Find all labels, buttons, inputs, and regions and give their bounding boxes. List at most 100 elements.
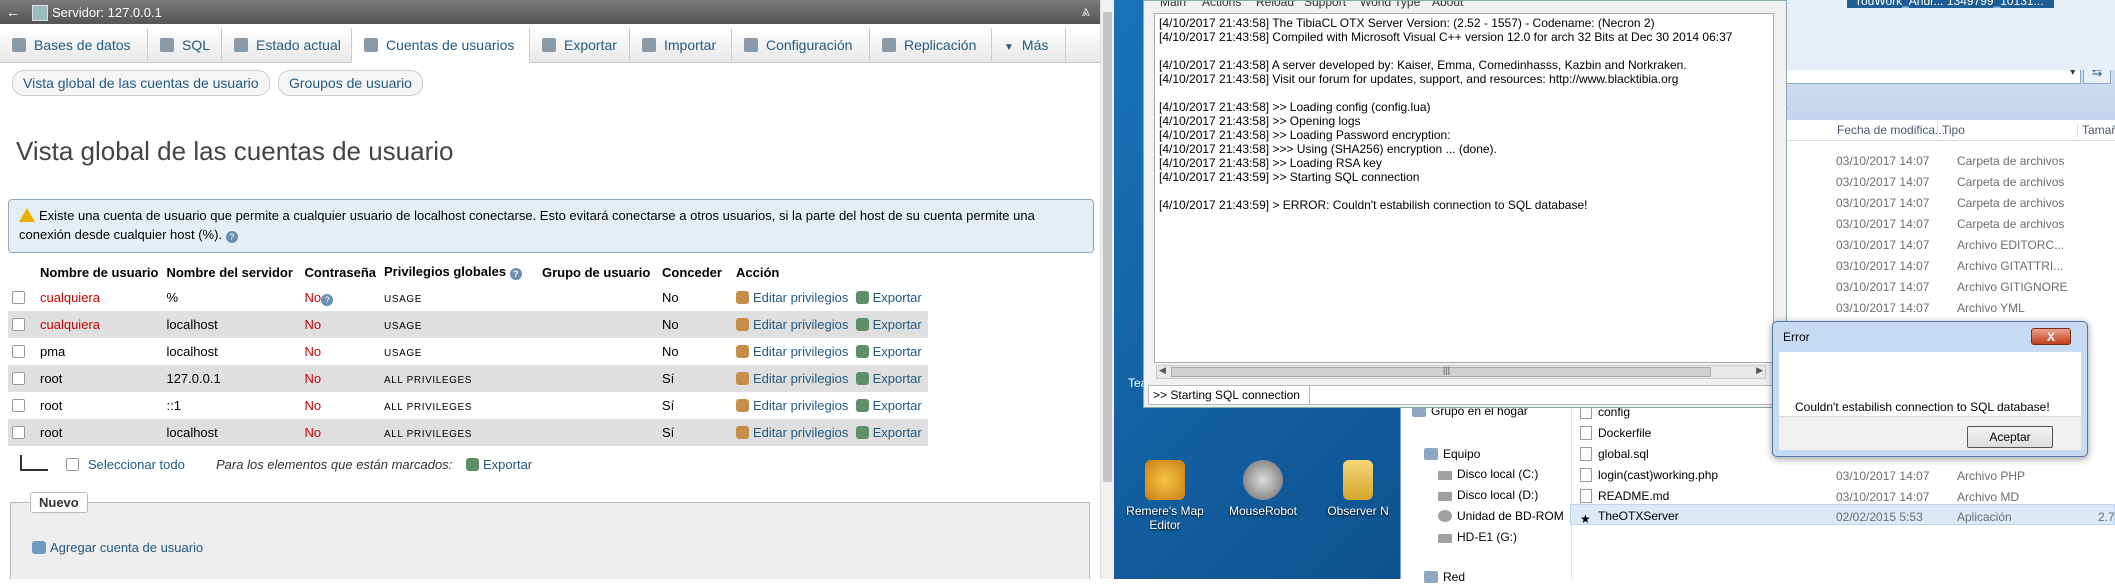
console-horizontal-scrollbar[interactable]: ◀ ||| ▶ <box>1156 365 1766 379</box>
server-icon <box>32 5 48 21</box>
password-status: No <box>304 398 322 413</box>
tab-configuracion[interactable]: Configuración <box>732 28 870 62</box>
user-group <box>538 392 658 419</box>
file-login-php[interactable]: login(cast)working.php <box>1580 468 1718 482</box>
menu-world-type[interactable]: World Type <box>1360 1 1420 9</box>
replication-icon <box>882 38 896 52</box>
tab-sql[interactable]: SQL <box>148 28 222 62</box>
desktop-icon-observer[interactable]: Observer N <box>1318 460 1398 518</box>
scrollbar-thumb[interactable] <box>1103 12 1112 482</box>
background-window: rouWork_Andr... 1349799_10131... <box>1787 0 2115 70</box>
export-icon <box>855 291 869 304</box>
nav-hd-e1[interactable]: HD-E1 (G:) <box>1438 530 1517 544</box>
file-dockerfile[interactable]: Dockerfile <box>1580 426 1651 440</box>
select-all-checkbox[interactable] <box>66 457 79 472</box>
file-readme[interactable]: README.md <box>1580 489 1669 503</box>
row-checkbox[interactable] <box>12 345 25 358</box>
col-nombre-servidor[interactable]: Nombre del servidor <box>162 260 300 284</box>
scroll-left-icon[interactable]: ◀ <box>1159 365 1166 376</box>
password-status: No <box>304 344 322 359</box>
drive-icon <box>1438 471 1452 480</box>
tab-cuentas-de-usuarios[interactable]: Cuentas de usuarios <box>352 28 530 63</box>
menu-actions[interactable]: Actions <box>1202 1 1241 9</box>
file-type: Carpeta de archivos <box>1957 175 2065 189</box>
menu-about[interactable]: About <box>1432 1 1463 9</box>
edit-privileges-link[interactable]: Editar privilegios <box>736 317 848 332</box>
bulk-export-button[interactable]: Exportar <box>466 457 532 472</box>
tab-bases-de-datos[interactable]: Bases de datos <box>0 28 148 62</box>
tab-exportar[interactable]: Exportar <box>530 28 630 62</box>
edit-privileges-link[interactable]: Editar privilegios <box>736 290 848 305</box>
row-checkbox[interactable] <box>12 372 25 385</box>
add-user-link[interactable]: Agregar cuenta de usuario <box>32 540 203 555</box>
export-link[interactable]: Exportar <box>855 398 922 413</box>
select-all-label[interactable]: Seleccionar todo <box>88 457 185 472</box>
menu-reload[interactable]: Reload <box>1256 1 1294 9</box>
collapse-icon[interactable]: ⩓ <box>1082 3 1090 20</box>
help-icon[interactable]: ? <box>321 293 334 306</box>
edit-privileges-link[interactable]: Editar privilegios <box>736 344 848 359</box>
edit-privileges-icon <box>736 426 749 439</box>
subnav-vista-global[interactable]: Vista global de las cuentas de usuario <box>12 70 270 96</box>
subnav-grupos-usuario[interactable]: Groupos de usuario <box>278 70 423 96</box>
close-button[interactable]: X <box>2031 328 2071 345</box>
select-arrow-icon <box>20 455 48 471</box>
nav-equipo[interactable]: Equipo <box>1424 447 1480 461</box>
global-privileges: USAGE <box>384 294 423 305</box>
export-link[interactable]: Exportar <box>855 317 922 332</box>
export-link[interactable]: Exportar <box>855 290 922 305</box>
row-checkbox[interactable] <box>12 399 25 412</box>
edit-privileges-link[interactable]: Editar privilegios <box>736 371 848 386</box>
row-checkbox[interactable] <box>12 426 25 439</box>
col-contrasena[interactable]: Contraseña <box>300 260 380 284</box>
col-grupo-usuario[interactable]: Grupo de usuario <box>538 260 658 284</box>
tab-estado-actual[interactable]: Estado actual <box>222 28 352 62</box>
log-line: [4/10/2017 21:43:58] Compiled with Micro… <box>1159 30 1733 44</box>
col-conceder[interactable]: Conceder <box>658 260 732 284</box>
export-link[interactable]: Exportar <box>855 371 922 386</box>
edit-privileges-link[interactable]: Editar privilegios <box>736 425 848 440</box>
page-title: Vista global de las cuentas de usuario <box>16 136 454 166</box>
user-accounts-table: Nombre de usuario Nombre del servidor Co… <box>8 260 928 446</box>
file-theotxserver[interactable]: ★ TheOTXServer <box>1580 509 1679 526</box>
col-privilegios-globales[interactable]: Privilegios globales ? <box>380 260 538 284</box>
tab-mas[interactable]: ▼ Más <box>992 28 1066 62</box>
export-icon <box>855 426 869 439</box>
col-nombre-usuario[interactable]: Nombre de usuario <box>36 260 162 284</box>
tab-replicacion[interactable]: Replicación <box>870 28 992 62</box>
nav-disco-c[interactable]: Disco local (C:) <box>1438 467 1538 481</box>
back-arrow-icon[interactable]: ← <box>2 2 24 22</box>
export-link[interactable]: Exportar <box>855 425 922 440</box>
col-tipo[interactable]: Tipo <box>1937 123 1965 137</box>
desktop-icon-mouserobot[interactable]: MouseRobot <box>1220 460 1306 518</box>
table-row: root 127.0.0.1 No ALL PRIVILEGES Sí Edit… <box>8 365 928 392</box>
nav-bd-rom[interactable]: Unidad de BD-ROM <box>1438 509 1564 523</box>
col-fecha[interactable]: Fecha de modifica... <box>1837 123 1945 137</box>
scroll-right-icon[interactable]: ▶ <box>1756 365 1763 376</box>
help-icon[interactable]: ? <box>225 231 238 243</box>
accept-button[interactable]: Aceptar <box>1967 426 2053 448</box>
help-icon[interactable]: ? <box>509 268 522 280</box>
menu-support[interactable]: Support <box>1304 1 1346 9</box>
col-tamano[interactable]: Tamaño <box>2077 123 2115 137</box>
tab-importar[interactable]: Importar <box>630 28 732 62</box>
scrollbar-thumb[interactable] <box>1171 367 1711 377</box>
row-checkbox[interactable] <box>12 318 25 331</box>
menu-main[interactable]: Main <box>1160 1 1186 9</box>
desktop-icon-remeres-map-editor[interactable]: Remere's Map Editor <box>1122 460 1208 532</box>
file-global-sql[interactable]: global.sql <box>1580 447 1649 461</box>
edit-privileges-icon <box>736 345 749 358</box>
nav-disco-d[interactable]: Disco local (D:) <box>1438 488 1538 502</box>
row-checkbox[interactable] <box>12 291 25 304</box>
nav-red[interactable]: Red <box>1424 570 1465 584</box>
pma-scrollbar[interactable] <box>1100 0 1115 579</box>
status-separator <box>1309 386 1310 404</box>
export-link[interactable]: Exportar <box>855 344 922 359</box>
log-line: [4/10/2017 21:43:58] >> Loading RSA key <box>1159 156 1382 170</box>
console-menubar: Main Actions Reload Support World Type A… <box>1144 1 1786 11</box>
phpmyadmin-pane: ← Servidor: 127.0.0.1 ⩓ Bases de datos S… <box>0 0 1100 579</box>
edit-privileges-link[interactable]: Editar privilegios <box>736 398 848 413</box>
global-privileges: ALL PRIVILEGES <box>384 375 473 386</box>
edit-privileges-icon <box>736 372 749 385</box>
